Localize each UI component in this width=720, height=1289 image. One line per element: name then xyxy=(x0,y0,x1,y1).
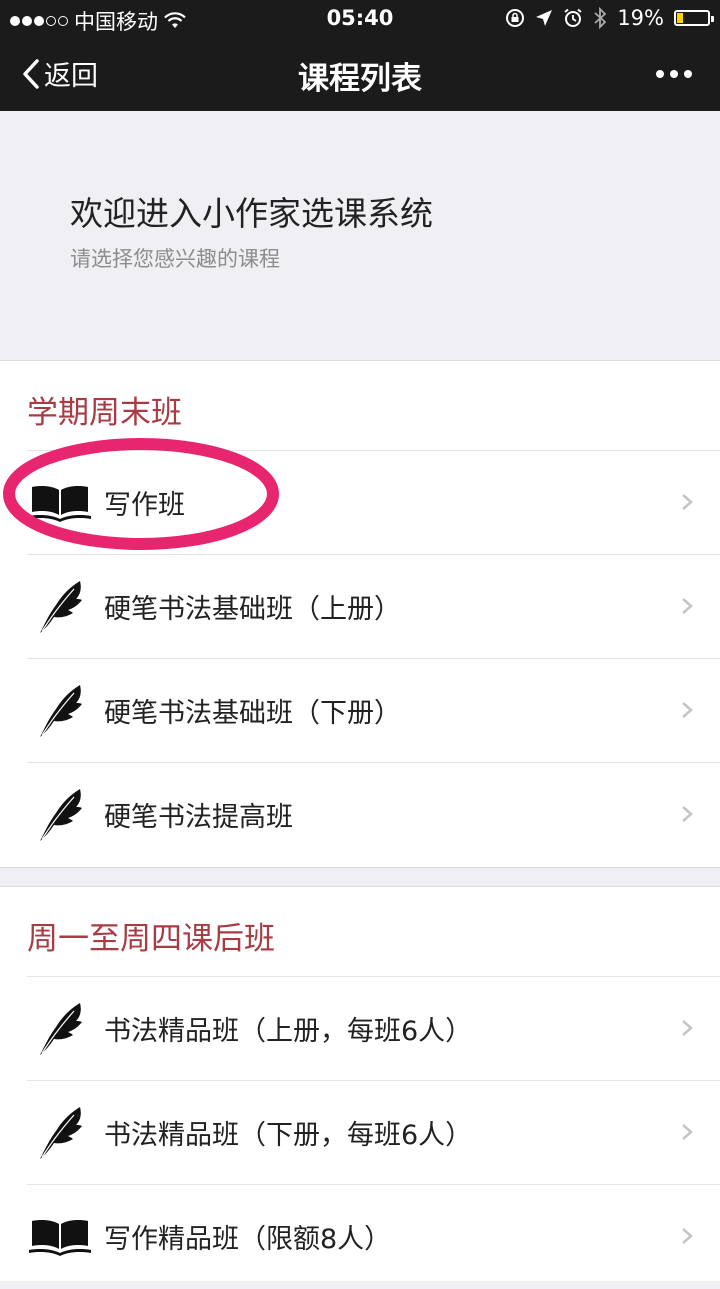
course-label: 书法精品班（下册，每班6人） xyxy=(104,1120,473,1151)
course-item-writing-premium[interactable]: 写作精品班（限额8人） xyxy=(0,1185,720,1289)
chevron-right-icon xyxy=(682,598,693,614)
location-arrow-icon xyxy=(536,10,553,26)
battery-percent: 19% xyxy=(617,6,664,30)
feather-icon xyxy=(40,1107,82,1159)
section-title: 学期周末班 xyxy=(27,395,182,431)
chevron-right-icon xyxy=(682,806,693,822)
course-item-calligraphy-advanced[interactable]: 硬笔书法提高班 xyxy=(0,763,720,867)
status-right: 19% xyxy=(505,6,714,30)
feather-icon xyxy=(40,581,82,633)
course-label: 写作班 xyxy=(104,490,185,521)
section-title: 周一至周四课后班 xyxy=(27,921,275,957)
course-item-writing[interactable]: 写作班 xyxy=(0,451,720,555)
chevron-right-icon xyxy=(682,494,693,510)
course-label: 书法精品班（上册，每班6人） xyxy=(104,1016,473,1047)
course-label: 硬笔书法提高班 xyxy=(104,802,293,833)
page-title: 课程列表 xyxy=(298,61,422,97)
intro-title: 欢迎进入小作家选课系统 xyxy=(70,194,433,233)
chevron-right-icon xyxy=(682,1020,693,1036)
chevron-right-icon xyxy=(682,1228,693,1244)
more-menu-button[interactable] xyxy=(656,70,692,78)
battery-icon xyxy=(674,10,714,26)
feather-icon xyxy=(40,685,82,737)
section-weekend: 学期周末班 写作班 硬笔书法基础班（上册） 硬笔书法基础班（下册） 硬笔书法提高… xyxy=(0,361,720,868)
more-dot xyxy=(684,70,692,78)
chevron-right-icon xyxy=(682,702,693,718)
feather-icon xyxy=(40,789,82,841)
section-weekday: 周一至周四课后班 书法精品班（上册，每班6人） 书法精品班（下册，每班6人） 写… xyxy=(0,886,720,1281)
book-icon xyxy=(29,486,91,522)
intro-subtitle: 请选择您感兴趣的课程 xyxy=(70,247,280,271)
more-dot xyxy=(656,70,664,78)
course-label: 写作精品班（限额8人） xyxy=(104,1224,392,1255)
course-label: 硬笔书法基础班（下册） xyxy=(104,698,401,729)
book-icon xyxy=(29,1220,91,1256)
more-dot xyxy=(670,70,678,78)
bluetooth-icon xyxy=(594,7,607,29)
course-item-calligraphy-premium-1[interactable]: 书法精品班（上册，每班6人） xyxy=(0,977,720,1081)
course-item-calligraphy-basic-1[interactable]: 硬笔书法基础班（上册） xyxy=(0,555,720,659)
rotation-lock-icon xyxy=(506,9,525,27)
chevron-right-icon xyxy=(682,1124,693,1140)
top-bar: 中国移动 05:40 19% 返回 课程列表 xyxy=(0,0,720,111)
intro-banner: 欢迎进入小作家选课系统 请选择您感兴趣的课程 xyxy=(0,111,720,361)
course-item-calligraphy-basic-2[interactable]: 硬笔书法基础班（下册） xyxy=(0,659,720,763)
feather-icon xyxy=(40,1003,82,1055)
navigation-bar: 返回 课程列表 xyxy=(0,36,720,111)
course-label: 硬笔书法基础班（上册） xyxy=(104,594,401,625)
status-bar: 中国移动 05:40 19% xyxy=(0,0,720,36)
alarm-icon xyxy=(564,8,582,27)
course-item-calligraphy-premium-2[interactable]: 书法精品班（下册，每班6人） xyxy=(0,1081,720,1185)
